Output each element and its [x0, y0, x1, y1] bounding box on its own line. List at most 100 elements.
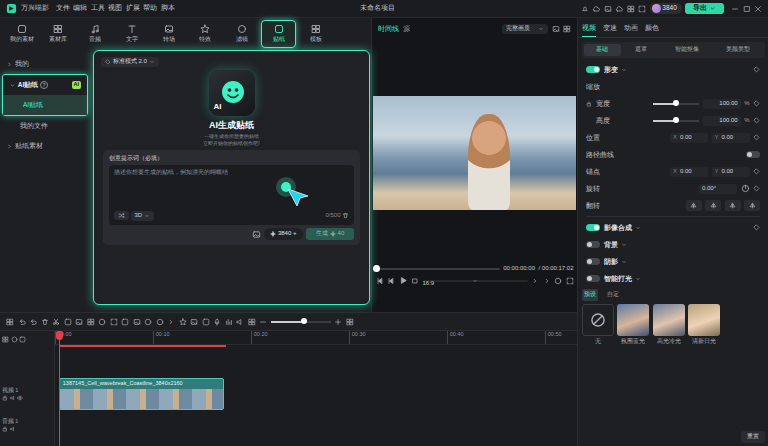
- keyframe-icon[interactable]: [753, 185, 760, 192]
- timeline-tool-icon[interactable]: [18, 318, 26, 326]
- expand-chevron-icon[interactable]: [6, 61, 13, 68]
- mode-icon[interactable]: [105, 59, 111, 65]
- mode-dropdown[interactable]: 标准模式 2.0: [101, 57, 159, 67]
- menu-item[interactable]: 帮助: [143, 4, 157, 12]
- timeline-tool-icon[interactable]: [87, 318, 95, 326]
- toggle-switch[interactable]: [586, 241, 600, 248]
- toolbar-tab-icon[interactable]: [311, 24, 321, 34]
- height-slider[interactable]: [653, 120, 699, 122]
- minimize-icon[interactable]: [731, 5, 739, 13]
- expand-chevron-icon[interactable]: [9, 82, 16, 89]
- cloud-icon[interactable]: [592, 5, 600, 13]
- snapshot-icon[interactable]: [552, 25, 560, 33]
- prompt-input[interactable]: [114, 169, 350, 203]
- expand-icon[interactable]: [638, 5, 646, 13]
- image-upload-icon[interactable]: [252, 230, 261, 239]
- toolbar-tab-icon[interactable]: [127, 24, 137, 34]
- toolbar-tab[interactable]: 素材库: [41, 20, 76, 48]
- timeline-tool-icon[interactable]: [167, 318, 175, 326]
- img-icon[interactable]: [604, 5, 612, 13]
- credits-pill[interactable]: 3840: [650, 3, 682, 14]
- keyframe-icon[interactable]: [753, 168, 760, 175]
- rotation-dial-icon[interactable]: [741, 184, 750, 193]
- trash-icon[interactable]: [342, 212, 349, 219]
- step-back-icon[interactable]: [376, 277, 384, 285]
- flip-button[interactable]: [744, 200, 760, 211]
- toolbar-tab[interactable]: 模板: [298, 20, 333, 48]
- menu-item[interactable]: 脚本: [161, 4, 175, 12]
- preset-item[interactable]: 氛围蓝光: [617, 304, 649, 345]
- speaker-icon[interactable]: [10, 426, 16, 432]
- timeline-tool-icon[interactable]: [121, 318, 129, 326]
- eye-icon[interactable]: [17, 395, 23, 401]
- anchor-x-input[interactable]: X0.00: [670, 167, 708, 177]
- playhead[interactable]: [59, 331, 60, 446]
- toggle-switch[interactable]: [746, 151, 760, 158]
- play-reverse-icon[interactable]: [387, 277, 395, 285]
- chevron-down-icon[interactable]: [149, 59, 155, 65]
- position-x-input[interactable]: X0.00: [670, 133, 708, 143]
- chevron-down-icon[interactable]: [423, 280, 528, 282]
- timeline-tool-icon[interactable]: [41, 318, 49, 326]
- preset-item[interactable]: 高光冷光: [653, 304, 685, 345]
- zoom-slider[interactable]: [271, 321, 331, 323]
- toolbar-tab[interactable]: 文字: [114, 20, 149, 48]
- chevron-down-icon[interactable]: [621, 67, 627, 73]
- add-credits[interactable]: +: [293, 230, 297, 238]
- toolbar-tab[interactable]: 转场: [151, 20, 186, 48]
- timeline-tool-icon[interactable]: [6, 318, 14, 326]
- grid-icon[interactable]: [346, 318, 354, 326]
- shuffle-button[interactable]: [114, 211, 129, 220]
- timeline-tool-icon[interactable]: [213, 318, 221, 326]
- keyframe-icon[interactable]: [753, 66, 760, 73]
- chevron-down-icon[interactable]: [538, 26, 544, 32]
- menu-item[interactable]: 文件: [56, 4, 70, 12]
- timeline-tool-icon[interactable]: [98, 318, 106, 326]
- inspector-tab[interactable]: 视频: [582, 18, 596, 37]
- help-icon[interactable]: ?: [40, 81, 48, 89]
- menu-item[interactable]: 工具: [91, 4, 105, 12]
- lock-icon[interactable]: [2, 426, 8, 432]
- keyframe-icon[interactable]: [753, 100, 760, 107]
- flip-icon[interactable]: [749, 202, 756, 209]
- toolbar-tab[interactable]: 特效: [188, 20, 223, 48]
- toggle-switch[interactable]: [586, 224, 600, 231]
- scrub-track[interactable]: [376, 268, 500, 270]
- preset-thumbnail[interactable]: [582, 304, 614, 336]
- ratio-dropdown[interactable]: 16:9: [423, 280, 528, 282]
- position-y-input[interactable]: Y0.00: [712, 133, 750, 143]
- zoom-out-icon[interactable]: [259, 318, 267, 326]
- sidebar-item[interactable]: 我的文件: [0, 116, 90, 136]
- keyframe-icon[interactable]: [753, 224, 760, 231]
- inspector-tab[interactable]: 变速: [603, 18, 617, 37]
- playhead-handle[interactable]: [56, 331, 63, 340]
- play-icon[interactable]: [399, 276, 408, 285]
- toolbar-tab[interactable]: 贴纸: [261, 20, 296, 48]
- toggle-switch[interactable]: [586, 275, 600, 282]
- height-input[interactable]: 100.00: [703, 116, 741, 126]
- chevron-down-icon[interactable]: [709, 5, 716, 12]
- timeline-tool-icon[interactable]: [190, 318, 198, 326]
- player-tab[interactable]: 源: [403, 25, 410, 33]
- sub-tab[interactable]: 智能抠像: [662, 44, 711, 56]
- width-slider[interactable]: [653, 103, 699, 105]
- timeline-tool-icon[interactable]: [29, 318, 37, 326]
- sidebar-group[interactable]: 我的: [0, 54, 90, 74]
- magnet-icon[interactable]: [19, 336, 26, 343]
- preset-thumbnail[interactable]: [617, 304, 649, 336]
- sub-tab[interactable]: 基础: [584, 44, 621, 56]
- mark-in-icon[interactable]: [531, 277, 539, 285]
- export-button[interactable]: 导出: [685, 3, 724, 13]
- toolbar-tab-icon[interactable]: [17, 24, 27, 34]
- speaker-icon[interactable]: [10, 395, 16, 401]
- credits-pill[interactable]: 3840+: [264, 228, 302, 240]
- player-tab[interactable]: 时间线: [378, 25, 399, 33]
- flip-icon[interactable]: [710, 202, 717, 209]
- timeline-tool-icon[interactable]: [133, 318, 141, 326]
- lock-icon[interactable]: [586, 101, 592, 107]
- preset-item[interactable]: 无: [582, 304, 614, 345]
- video-clip[interactable]: 1387145_Cell_wavebreak_Coastline_3840x21…: [59, 378, 224, 409]
- mark-out-icon[interactable]: [543, 277, 551, 285]
- toolbar-tab-icon[interactable]: [200, 24, 210, 34]
- prompt-field[interactable]: 3D0/500: [109, 165, 355, 225]
